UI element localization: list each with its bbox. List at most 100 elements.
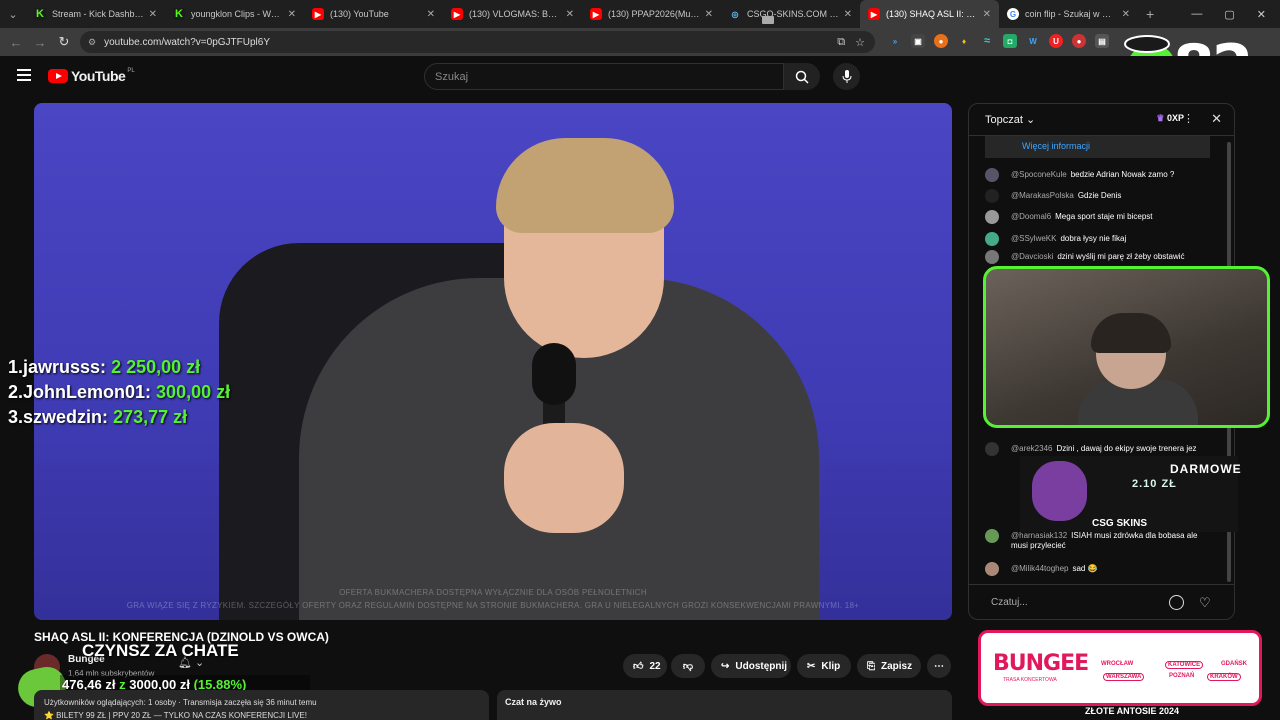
tab-kick-clips[interactable]: K youngklon Clips - Watch ✕ (165, 0, 304, 28)
site-info-icon[interactable]: ⚙ (88, 37, 96, 48)
donor-name: JohnLemon01: (23, 382, 152, 402)
extension-icon[interactable]: ≈ (980, 34, 994, 48)
forward-icon[interactable]: → (28, 35, 52, 50)
ad-character-image (1032, 461, 1087, 521)
close-icon[interactable]: ✕ (288, 9, 296, 20)
save-button[interactable]: ⎘ Zapisz (857, 654, 921, 678)
donor-name: jawrusss: (23, 357, 107, 377)
clip-label: Klip (821, 660, 841, 672)
tab-kick-dashboard[interactable]: K Stream - Kick Dashboard ✕ (26, 0, 165, 28)
xp-badge[interactable]: ♛ 0XP (1156, 113, 1184, 124)
extension-icon[interactable]: W (1026, 34, 1040, 48)
close-icon[interactable]: ✕ (427, 9, 435, 20)
close-icon[interactable]: ✕ (149, 9, 157, 20)
browser-tab-strip: ⌄ K Stream - Kick Dashboard ✕ K youngklo… (0, 0, 1280, 28)
live-chat-label: Czat na żywo (505, 697, 562, 707)
tab-ppap[interactable]: ▶ (130) PPAP2026(Music vid ✕ (582, 0, 721, 28)
avatar (985, 562, 999, 576)
avatar (985, 210, 999, 224)
extension-icon[interactable]: ◘ (1003, 34, 1017, 48)
video-scene-microphone (532, 343, 576, 405)
crown-icon: ♛ (1156, 113, 1165, 123)
ad-city: GDAŃSK (1221, 661, 1248, 667)
clip-button[interactable]: ✂ Klip (797, 654, 851, 678)
close-icon[interactable]: ✕ (705, 9, 713, 20)
youtube-logo[interactable]: YouTube PL (48, 68, 135, 84)
close-icon[interactable]: ✕ (983, 9, 991, 20)
search-input[interactable]: Szukaj (424, 63, 784, 90)
close-icon[interactable]: ✕ (1122, 9, 1130, 20)
live-chat-replay-bar[interactable]: Czat na żywo (497, 690, 952, 720)
heart-icon[interactable]: ♡ (1199, 595, 1211, 611)
back-icon[interactable]: ← (4, 35, 28, 50)
tab-title: coin flip - Szukaj w Goog (1025, 9, 1118, 19)
emoji-icon[interactable] (1169, 595, 1184, 610)
maximize-icon[interactable]: ▢ (1224, 8, 1234, 21)
search-button[interactable] (784, 63, 820, 90)
bookmark-star-icon[interactable]: ☆ (855, 36, 865, 49)
tab-google-search[interactable]: G coin flip - Szukaj w Goog ✕ (999, 0, 1138, 28)
youtube-masthead: YouTube PL Szukaj (0, 56, 1280, 98)
notification-bell-button[interactable]: 🔔︎ ⌄ (178, 656, 218, 676)
dislike-button[interactable]: 👎︎ (671, 654, 705, 678)
webcam-scene-hair (1091, 313, 1171, 353)
chat-text: dobra łysy nie fikaj (1060, 234, 1127, 243)
tab-shaq-asl[interactable]: ▶ (130) SHAQ ASL II: KO ✕ (860, 0, 999, 28)
chat-author[interactable]: @Milik44toghep (1011, 564, 1068, 573)
chat-author[interactable]: @MarakasPolska (1011, 191, 1074, 200)
keyboard-icon[interactable] (762, 16, 774, 24)
close-icon[interactable]: ✕ (566, 9, 574, 20)
chat-author[interactable]: @Doomal6 (1011, 212, 1051, 221)
more-info-link[interactable]: Więcej informacji (985, 136, 1210, 158)
ad-free-label: DARMOWE (1170, 462, 1242, 476)
description-box[interactable]: Użytkowników oglądających: 1 osoby · Tra… (34, 690, 489, 720)
description-line: ⭐ BILETY 99 ZŁ | PPV 20 ZŁ — TYLKO NA CZ… (44, 711, 307, 720)
more-horizontal-icon: ⋯ (934, 660, 944, 672)
tab-csgo-skins[interactable]: ◎ CSGO-SKINS.COM - Najle ✕ (721, 0, 860, 28)
extensions-bar: » ▣ ● ♦ ≈ ◘ W U ● ▤ (888, 34, 1109, 48)
chat-author[interactable]: @SSylweKK (1011, 234, 1056, 243)
description-line: Użytkowników oglądających: 1 osoby · Tra… (44, 698, 317, 707)
bungee-tour-ad[interactable]: BUNGEE TRASA KONCERTOWA WROCŁAW KATOWICE… (978, 630, 1262, 706)
cast-icon[interactable]: ⧉ (837, 36, 845, 49)
close-window-icon[interactable]: ✕ (1257, 8, 1266, 21)
minimize-icon[interactable]: — (1191, 8, 1202, 20)
like-button[interactable]: 👍︎ 22 (623, 654, 667, 678)
chat-input-bar: Czatuj... ♡ (969, 584, 1234, 619)
chat-author[interactable]: @harnasiak132 (1011, 531, 1067, 540)
url-field[interactable]: ⚙ youtube.com/watch?v=0pGJTFUpl6Y ⧉ ☆ (80, 31, 875, 53)
tab-search-button[interactable]: ⌄ (0, 0, 26, 28)
reload-icon[interactable]: ↻ (52, 34, 76, 50)
more-vertical-icon[interactable]: ⋮ (1183, 112, 1194, 125)
chat-author[interactable]: @arek2346 (1011, 444, 1052, 453)
extension-icon[interactable]: ▣ (911, 34, 925, 48)
share-button[interactable]: ↪ Udostępnij (711, 654, 791, 678)
extension-icon[interactable]: ▤ (1095, 34, 1109, 48)
extension-icon[interactable]: ● (934, 34, 948, 48)
close-icon[interactable]: ✕ (1211, 111, 1222, 127)
extension-icon[interactable]: » (888, 34, 902, 48)
extension-icon[interactable]: ♦ (957, 34, 971, 48)
gambling-disclaimer: GRA WIĄŻE SIĘ Z RYZYKIEM. SZCZEGÓŁY OFER… (126, 601, 860, 610)
csgo-skins-ad[interactable]: DARMOWE 2.10 ZŁ CSG SKINS (1020, 456, 1241, 532)
chevron-down-icon: ⌄ (1025, 114, 1036, 126)
youtube-icon: ▶ (590, 8, 602, 20)
share-icon: ↪ (721, 660, 730, 672)
close-icon[interactable]: ✕ (844, 9, 852, 20)
voice-search-button[interactable] (833, 63, 860, 90)
window-controls: — ▢ ✕ (1191, 0, 1280, 28)
more-actions-button[interactable]: ⋯ (927, 654, 951, 678)
bookmark-icon: ⎘ (867, 660, 875, 672)
chat-input[interactable]: Czatuj... (991, 597, 1028, 608)
video-scene-hands (504, 423, 624, 533)
chat-mode-dropdown[interactable]: Topczat ⌄ (985, 113, 1035, 126)
extension-icon[interactable]: U (1049, 34, 1063, 48)
extension-icon[interactable]: ● (1072, 34, 1086, 48)
tab-title: (130) PPAP2026(Music vid (608, 9, 701, 19)
menu-icon[interactable] (17, 69, 31, 81)
tab-vlogmas[interactable]: ▶ (130) VLOGMAS: Bez kon ✕ (443, 0, 582, 28)
chat-author[interactable]: @SpoconeKule (1011, 170, 1067, 179)
chat-author[interactable]: @Davcioski (1011, 252, 1053, 261)
new-tab-button[interactable]: + (1138, 6, 1162, 22)
tab-youtube-home[interactable]: ▶ (130) YouTube ✕ (304, 0, 443, 28)
